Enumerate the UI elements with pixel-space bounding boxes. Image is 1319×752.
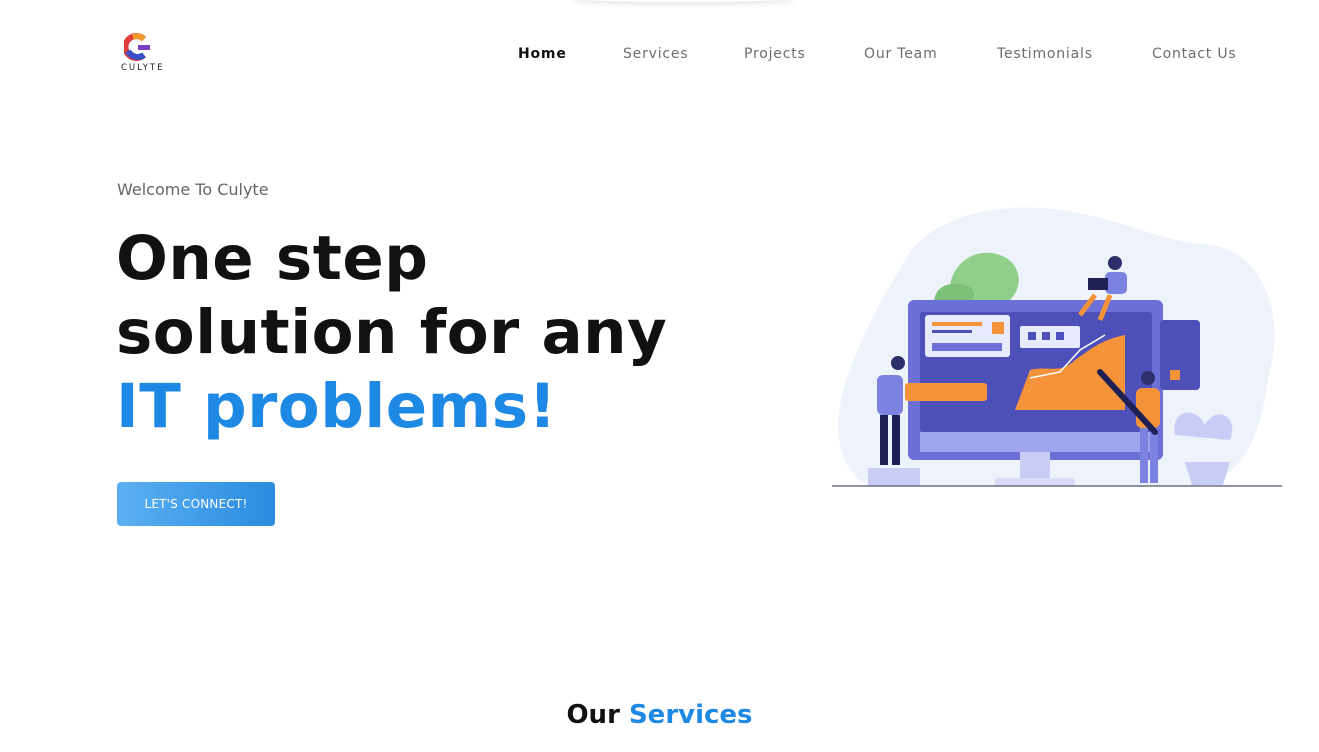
nav-our-team[interactable]: Our Team [864, 46, 938, 62]
top-shadow-decoration [570, 0, 795, 2]
hero-headline-line2: solution for any [116, 297, 668, 368]
hero-welcome-text: Welcome To Culyte [117, 180, 269, 199]
nav-contact-us[interactable]: Contact Us [1152, 46, 1236, 62]
services-title-dark: Our [566, 700, 620, 730]
services-title-blue: Services [628, 700, 753, 730]
hero-headline: One step solution for any IT problems! [116, 222, 667, 444]
hero-headline-line3: IT problems! [116, 371, 557, 442]
nav-services[interactable]: Services [623, 46, 688, 62]
brand-logo[interactable]: CULYTE [118, 33, 168, 77]
hero-headline-line1: One step [116, 223, 429, 294]
nav-home[interactable]: Home [518, 46, 567, 62]
services-section-title: Our Services [0, 700, 1319, 730]
nav-testimonials[interactable]: Testimonials [997, 46, 1093, 62]
brand-name: CULYTE [121, 63, 165, 73]
lets-connect-button[interactable]: LET'S CONNECT! [117, 482, 275, 526]
nav-projects[interactable]: Projects [744, 46, 806, 62]
culyte-logo-icon [124, 33, 150, 61]
hero-illustration [830, 200, 1285, 492]
